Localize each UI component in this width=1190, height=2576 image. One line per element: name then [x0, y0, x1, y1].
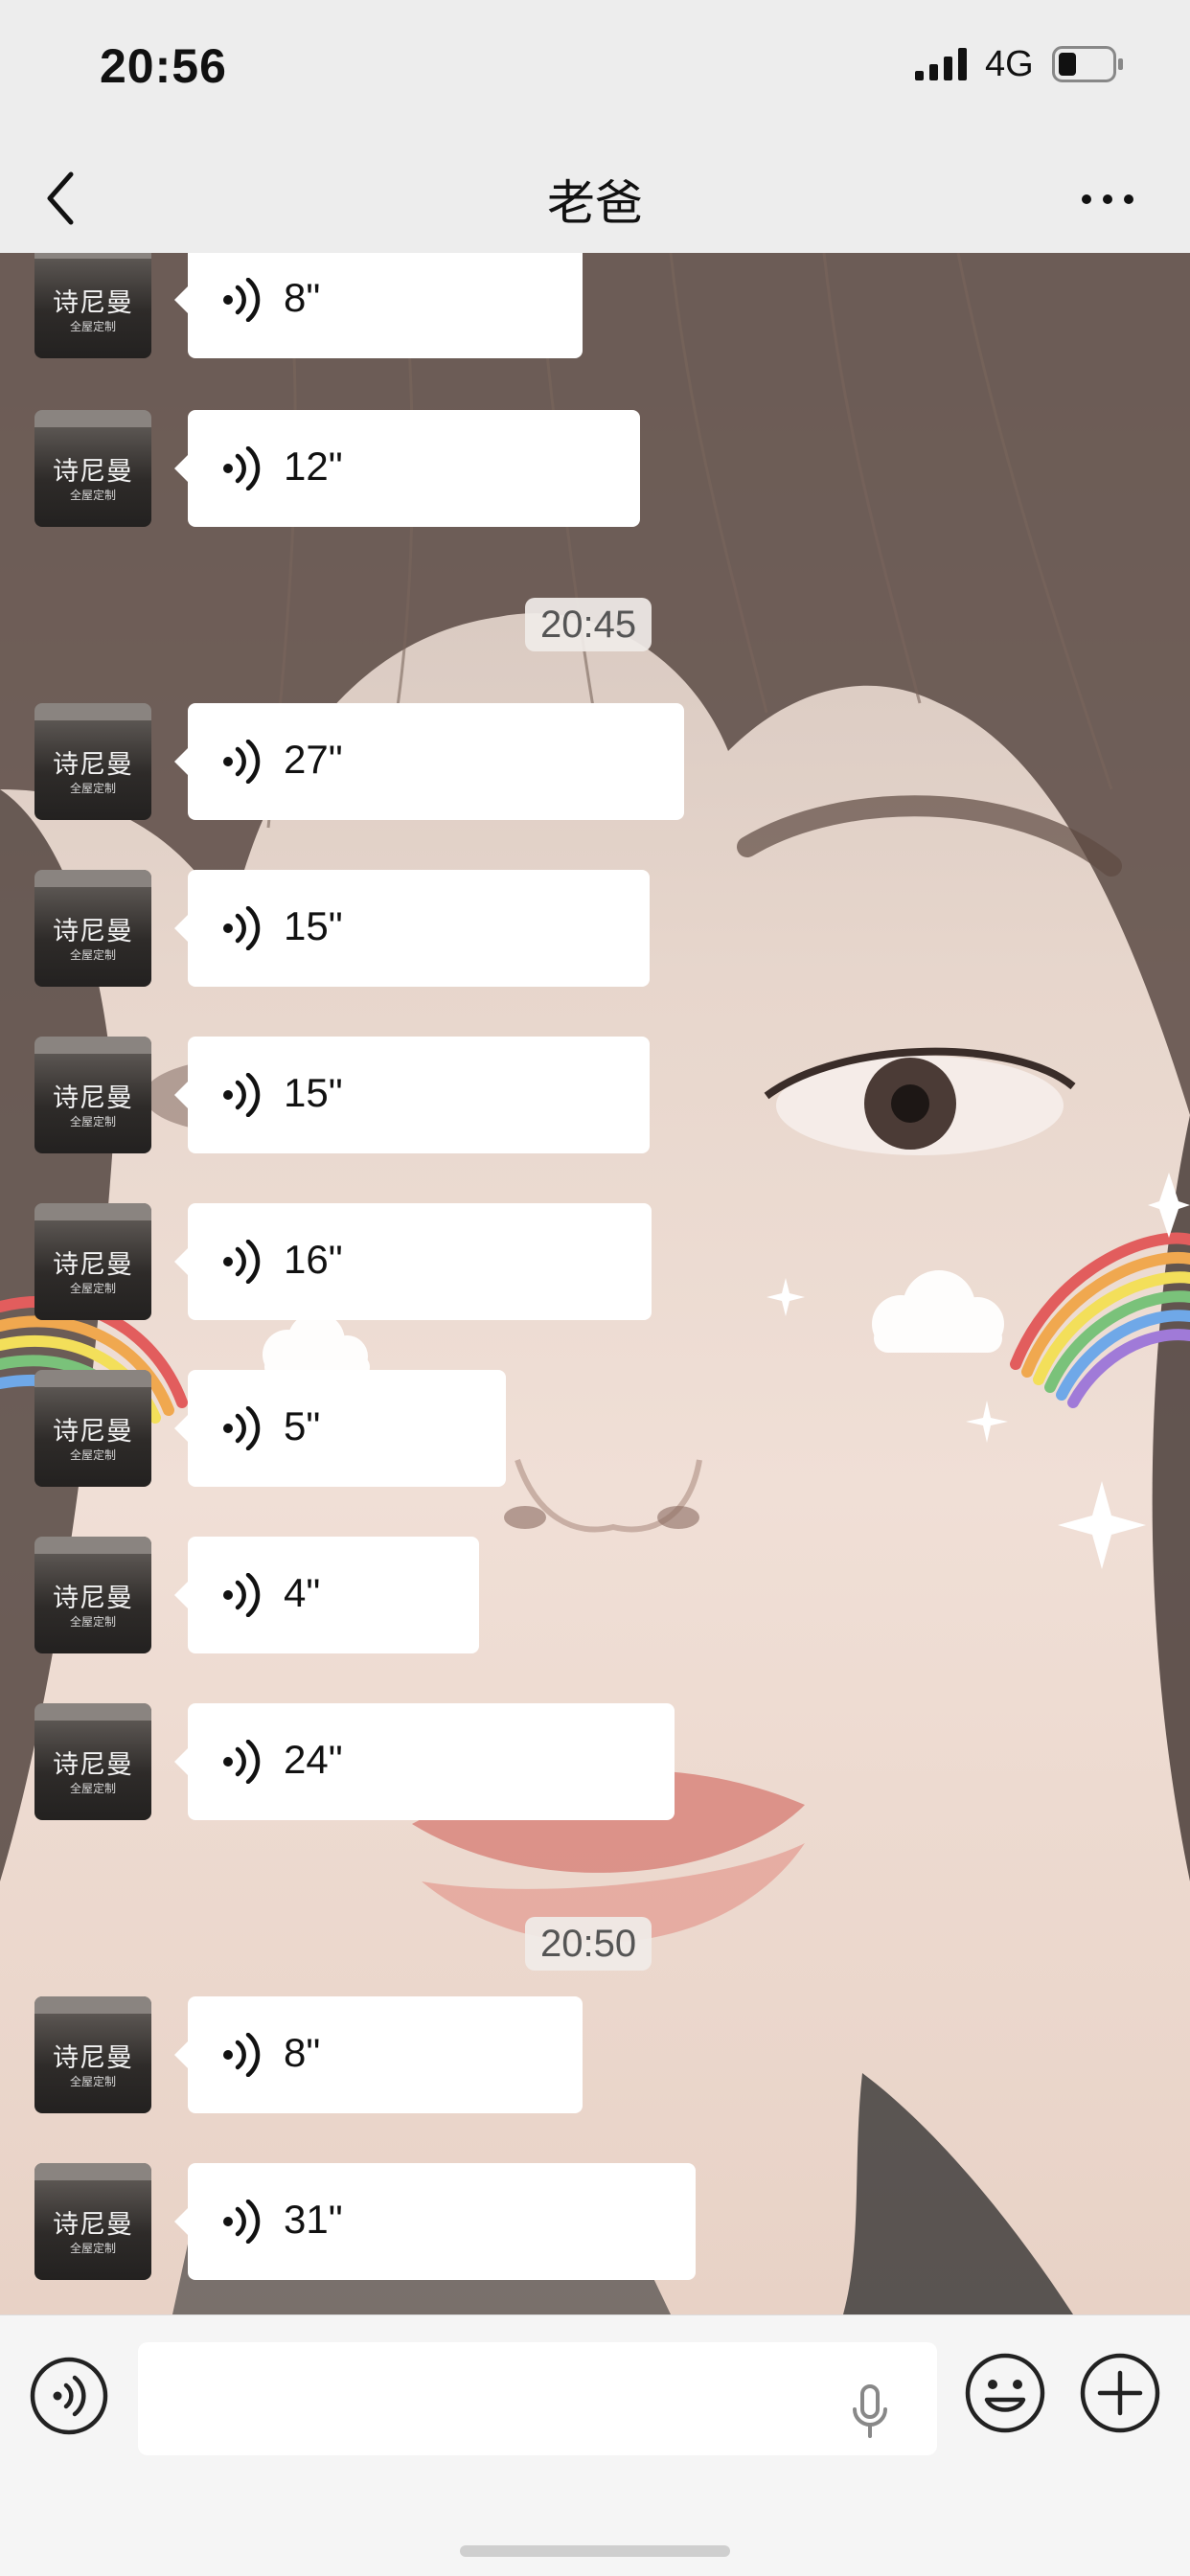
avatar-sub-text: 全屋定制: [69, 1448, 116, 1462]
avatar-roof: [34, 1996, 151, 2014]
avatar-brand-text: 诗尼曼: [53, 2043, 133, 2073]
voice-wave-icon: [223, 906, 261, 950]
avatar-sub-text: 全屋定制: [69, 1615, 116, 1629]
avatar-brand-text: 诗尼曼: [53, 1750, 133, 1780]
voice-message-bubble[interactable]: 27": [174, 703, 684, 820]
voice-duration: 8": [284, 2030, 321, 2075]
voice-duration: 27": [284, 737, 343, 782]
contact-avatar[interactable]: 诗尼曼 全屋定制: [34, 1370, 151, 1487]
emoji-smile-icon[interactable]: [964, 2352, 1046, 2434]
voice-input-icon[interactable]: [29, 2356, 109, 2436]
contact-avatar[interactable]: 诗尼曼 全屋定制: [34, 1996, 151, 2113]
message-input[interactable]: [138, 2342, 937, 2455]
voice-duration: 5": [284, 1403, 321, 1448]
avatar-roof: [34, 410, 151, 427]
more-dots-icon[interactable]: [1079, 182, 1136, 217]
avatar-sub-text: 全屋定制: [69, 1115, 116, 1128]
avatar-roof: [34, 1370, 151, 1387]
contact-avatar[interactable]: 诗尼曼 全屋定制: [34, 410, 151, 527]
voice-duration: 15": [284, 903, 343, 948]
avatar-sub-text: 全屋定制: [69, 1282, 116, 1295]
avatar-sub-text: 全屋定制: [69, 2242, 116, 2255]
avatar-sub-text: 全屋定制: [69, 782, 116, 795]
avatar-brand-text: 诗尼曼: [53, 750, 133, 780]
voice-duration: 16": [284, 1237, 343, 1282]
battery-low-icon: [1052, 46, 1123, 82]
voice-message-bubble[interactable]: 31": [174, 2163, 696, 2280]
cellular-signal-icon: [915, 48, 967, 80]
avatar-sub-text: 全屋定制: [69, 1782, 116, 1795]
voice-wave-icon: [223, 278, 261, 322]
timestamp-divider: 20:45: [525, 598, 652, 651]
voice-message-bubble[interactable]: 15": [174, 1037, 650, 1153]
voice-wave-icon: [223, 1573, 261, 1617]
avatar-roof: [34, 1037, 151, 1054]
contact-avatar[interactable]: 诗尼曼 全屋定制: [34, 870, 151, 987]
avatar-brand-text: 诗尼曼: [53, 2210, 133, 2240]
contact-avatar[interactable]: 诗尼曼 全屋定制: [34, 703, 151, 820]
avatar-roof: [34, 2163, 151, 2180]
voice-message-bubble[interactable]: 8": [174, 1996, 583, 2113]
voice-duration: 8": [284, 275, 321, 320]
contact-avatar[interactable]: 诗尼曼 全屋定制: [34, 1703, 151, 1820]
chat-title: 老爸: [547, 175, 643, 231]
microphone-icon[interactable]: [851, 2384, 889, 2438]
plus-circle-icon[interactable]: [1079, 2352, 1161, 2434]
avatar-brand-text: 诗尼曼: [53, 917, 133, 946]
nav-bar: 老爸: [0, 144, 1190, 253]
contact-avatar[interactable]: 诗尼曼 全屋定制: [34, 1537, 151, 1653]
avatar-brand-text: 诗尼曼: [53, 288, 133, 318]
voice-message-bubble[interactable]: 12": [174, 410, 640, 527]
voice-wave-icon: [223, 740, 261, 784]
voice-duration: 31": [284, 2197, 343, 2242]
contact-avatar[interactable]: 诗尼曼 全屋定制: [34, 253, 151, 358]
input-toolbar: [0, 2314, 1190, 2576]
voice-duration: 12": [284, 444, 343, 489]
voice-message-bubble[interactable]: 15": [174, 870, 650, 987]
avatar-roof: [34, 253, 151, 259]
avatar-sub-text: 全屋定制: [69, 320, 116, 333]
avatar-roof: [34, 1703, 151, 1721]
contact-avatar[interactable]: 诗尼曼 全屋定制: [34, 1203, 151, 1320]
status-time: 20:56: [100, 39, 227, 93]
contact-avatar[interactable]: 诗尼曼 全屋定制: [34, 2163, 151, 2280]
voice-wave-icon: [223, 1406, 261, 1450]
voice-message-bubble[interactable]: 5": [174, 1370, 506, 1487]
avatar-roof: [34, 1203, 151, 1220]
avatar-sub-text: 全屋定制: [69, 489, 116, 502]
avatar-brand-text: 诗尼曼: [53, 1417, 133, 1447]
voice-message-bubble[interactable]: 8": [174, 253, 583, 358]
voice-wave-icon: [223, 1240, 261, 1284]
voice-wave-icon: [223, 2200, 261, 2244]
voice-duration: 15": [284, 1070, 343, 1115]
voice-duration: 4": [284, 1570, 321, 1615]
voice-wave-icon: [223, 1073, 261, 1117]
avatar-roof: [34, 870, 151, 887]
avatar-brand-text: 诗尼曼: [53, 1083, 133, 1113]
avatar-roof: [34, 703, 151, 720]
chat-area[interactable]: 20:45 20:50 诗尼曼 全屋定制 8" 诗尼曼 全屋定制 12" 诗尼曼…: [0, 253, 1190, 2314]
voice-message-bubble[interactable]: 4": [174, 1537, 479, 1653]
network-type: 4G: [985, 44, 1034, 84]
voice-wave-icon: [223, 446, 261, 490]
voice-message-bubble[interactable]: 16": [174, 1203, 652, 1320]
voice-duration: 24": [284, 1737, 343, 1782]
voice-wave-icon: [223, 1740, 261, 1784]
timestamp-divider: 20:50: [525, 1917, 652, 1971]
voice-message-bubble[interactable]: 24": [174, 1703, 675, 1820]
home-indicator[interactable]: [460, 2545, 730, 2557]
voice-wave-icon: [223, 2033, 261, 2077]
avatar-sub-text: 全屋定制: [69, 948, 116, 962]
status-bar: 20:56 4G: [0, 0, 1190, 144]
avatar-sub-text: 全屋定制: [69, 2075, 116, 2088]
avatar-roof: [34, 1537, 151, 1554]
avatar-brand-text: 诗尼曼: [53, 457, 133, 487]
avatar-brand-text: 诗尼曼: [53, 1584, 133, 1613]
avatar-brand-text: 诗尼曼: [53, 1250, 133, 1280]
contact-avatar[interactable]: 诗尼曼 全屋定制: [34, 1037, 151, 1153]
